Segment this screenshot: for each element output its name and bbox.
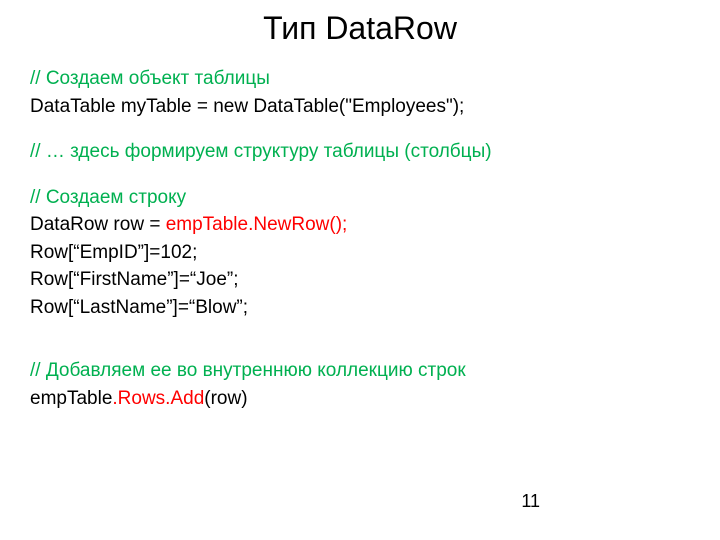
code-text-red: .Rows.Add: [112, 388, 204, 409]
code-comment: // … здесь формируем структуру таблицы (…: [30, 138, 690, 166]
spacer: [30, 166, 690, 184]
spacer: [30, 339, 690, 357]
slide: Тип DataRow // Создаем объект таблицы Da…: [0, 0, 720, 540]
code-line: Row[“FirstName”]=“Joe”;: [30, 266, 690, 294]
code-text: empTable: [30, 388, 112, 409]
code-text: (row): [204, 388, 247, 409]
code-line: empTable.Rows.Add(row): [30, 385, 690, 413]
spacer: [30, 120, 690, 138]
page-number: 11: [521, 491, 540, 512]
slide-title: Тип DataRow: [30, 10, 690, 47]
code-text: DataRow row =: [30, 214, 166, 235]
code-line: DataRow row = empTable.NewRow();: [30, 211, 690, 239]
code-text-red: empTable.NewRow();: [166, 214, 348, 235]
code-line: Row[“LastName”]=“Blow”;: [30, 294, 690, 322]
code-line: Row[“EmpID”]=102;: [30, 239, 690, 267]
code-comment: // Создаем строку: [30, 184, 690, 212]
code-comment: // Добавляем ее во внутреннюю коллекцию …: [30, 357, 690, 385]
code-comment: // Создаем объект таблицы: [30, 65, 690, 93]
code-line: DataTable myTable = new DataTable("Emplo…: [30, 93, 690, 121]
spacer: [30, 321, 690, 339]
